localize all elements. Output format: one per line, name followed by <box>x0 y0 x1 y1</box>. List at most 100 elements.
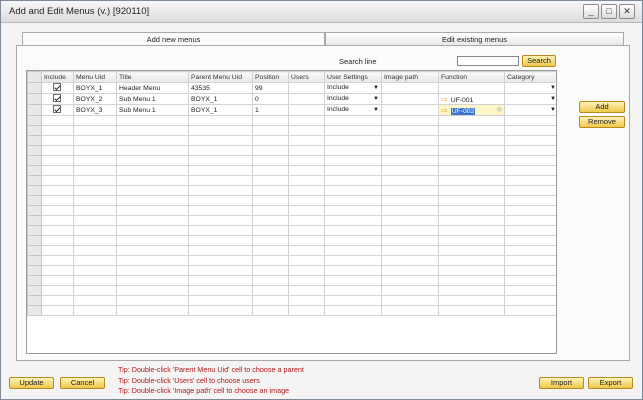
empty-cell[interactable] <box>288 265 325 276</box>
include-cell[interactable] <box>41 82 74 94</box>
empty-cell[interactable] <box>381 285 439 296</box>
empty-cell[interactable] <box>438 205 505 216</box>
column-header-user-settings[interactable]: User Settings <box>324 71 382 83</box>
empty-cell[interactable] <box>288 155 325 166</box>
empty-cell[interactable] <box>438 215 505 226</box>
empty-cell[interactable] <box>288 275 325 286</box>
triangle-down-icon[interactable]: ▼ <box>550 106 556 115</box>
empty-table-row[interactable] <box>27 255 556 266</box>
empty-cell[interactable] <box>324 135 382 146</box>
column-header-parent-menu-uid[interactable]: Parent Menu Uid <box>188 71 253 83</box>
empty-cell[interactable] <box>438 175 505 186</box>
empty-cell[interactable] <box>41 285 74 296</box>
empty-cell[interactable] <box>504 155 556 166</box>
empty-cell[interactable] <box>252 185 289 196</box>
empty-cell[interactable] <box>188 305 253 316</box>
triangle-down-icon[interactable]: ▼ <box>373 95 379 104</box>
empty-cell[interactable] <box>116 115 189 126</box>
empty-cell[interactable] <box>288 145 325 156</box>
empty-cell[interactable] <box>504 225 556 236</box>
empty-cell[interactable] <box>324 225 382 236</box>
empty-cell[interactable] <box>188 195 253 206</box>
empty-cell[interactable] <box>381 205 439 216</box>
table-row[interactable]: BOYX_1 Header Menu 43535 99 Include ▼ ▼ <box>27 82 556 94</box>
empty-cell[interactable] <box>438 285 505 296</box>
empty-cell[interactable] <box>381 275 439 286</box>
empty-cell[interactable] <box>116 145 189 156</box>
empty-table-row[interactable] <box>27 275 556 286</box>
row-header[interactable] <box>27 275 42 286</box>
empty-table-row[interactable] <box>27 125 556 136</box>
empty-cell[interactable] <box>438 225 505 236</box>
empty-cell[interactable] <box>381 175 439 186</box>
empty-cell[interactable] <box>73 305 117 316</box>
empty-cell[interactable] <box>73 135 117 146</box>
empty-cell[interactable] <box>188 135 253 146</box>
maximize-button[interactable]: □ <box>601 4 617 19</box>
empty-cell[interactable] <box>41 165 74 176</box>
user-settings-cell[interactable]: Include ▼ <box>324 93 382 105</box>
row-header[interactable] <box>27 165 42 176</box>
empty-cell[interactable] <box>381 255 439 266</box>
function-cell-editing[interactable]: ⇨ UF-002 ◎ <box>438 104 505 116</box>
function-value-selected[interactable]: UF-002 <box>450 107 476 115</box>
row-header[interactable] <box>27 135 42 146</box>
empty-cell[interactable] <box>41 275 74 286</box>
tab-edit-existing-menus[interactable]: Edit existing menus <box>325 32 624 46</box>
row-header[interactable] <box>27 285 42 296</box>
empty-cell[interactable] <box>73 155 117 166</box>
empty-cell[interactable] <box>288 305 325 316</box>
user-settings-cell[interactable]: Include ▼ <box>324 104 382 116</box>
empty-cell[interactable] <box>381 215 439 226</box>
empty-cell[interactable] <box>288 135 325 146</box>
empty-cell[interactable] <box>438 125 505 136</box>
empty-cell[interactable] <box>438 115 505 126</box>
empty-cell[interactable] <box>116 185 189 196</box>
empty-table-row[interactable] <box>27 285 556 296</box>
column-header-function[interactable]: Function <box>438 71 505 83</box>
empty-cell[interactable] <box>438 235 505 246</box>
empty-cell[interactable] <box>41 295 74 306</box>
link-arrow-icon[interactable]: ⇨ <box>441 106 448 115</box>
empty-table-row[interactable] <box>27 145 556 156</box>
image-path-cell[interactable] <box>381 93 439 105</box>
include-checkbox[interactable] <box>53 105 61 113</box>
empty-cell[interactable] <box>41 305 74 316</box>
category-cell[interactable]: ▼ <box>504 104 556 116</box>
empty-cell[interactable] <box>381 245 439 256</box>
empty-table-row[interactable] <box>27 155 556 166</box>
empty-cell[interactable] <box>324 175 382 186</box>
image-path-cell[interactable] <box>381 104 439 116</box>
users-cell[interactable] <box>288 82 325 94</box>
empty-cell[interactable] <box>73 115 117 126</box>
add-button[interactable]: Add <box>579 101 625 113</box>
empty-cell[interactable] <box>438 265 505 276</box>
row-header[interactable] <box>27 255 42 266</box>
empty-cell[interactable] <box>116 255 189 266</box>
empty-table-row[interactable] <box>27 265 556 276</box>
empty-table-row[interactable] <box>27 305 556 316</box>
empty-table-row[interactable] <box>27 165 556 176</box>
empty-cell[interactable] <box>438 145 505 156</box>
empty-cell[interactable] <box>41 145 74 156</box>
empty-cell[interactable] <box>288 255 325 266</box>
empty-cell[interactable] <box>116 295 189 306</box>
empty-cell[interactable] <box>504 275 556 286</box>
empty-cell[interactable] <box>381 195 439 206</box>
empty-cell[interactable] <box>188 145 253 156</box>
export-button[interactable]: Export <box>588 377 633 389</box>
empty-cell[interactable] <box>252 135 289 146</box>
empty-cell[interactable] <box>288 295 325 306</box>
empty-cell[interactable] <box>324 145 382 156</box>
empty-cell[interactable] <box>288 285 325 296</box>
empty-table-row[interactable] <box>27 195 556 206</box>
empty-cell[interactable] <box>116 305 189 316</box>
empty-table-row[interactable] <box>27 185 556 196</box>
empty-cell[interactable] <box>324 185 382 196</box>
empty-cell[interactable] <box>381 155 439 166</box>
empty-cell[interactable] <box>116 285 189 296</box>
empty-cell[interactable] <box>188 225 253 236</box>
title-cell[interactable]: Sub Menu 1 <box>116 104 189 116</box>
triangle-down-icon[interactable]: ▼ <box>550 95 556 104</box>
row-header[interactable] <box>27 295 42 306</box>
